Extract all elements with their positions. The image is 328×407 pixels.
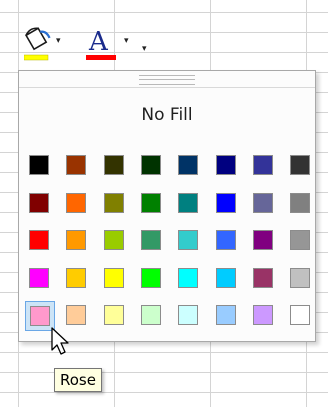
swatch-fill — [66, 267, 87, 288]
swatch-fill — [29, 192, 49, 213]
font-color-button[interactable]: A ▾ ▾ — [70, 22, 150, 66]
color-swatch-993366[interactable] — [249, 264, 279, 294]
swatch-fill — [103, 192, 124, 213]
toolbar-options-arrow[interactable]: ▾ — [142, 44, 147, 54]
swatch-fill — [290, 192, 311, 213]
swatch-fill — [103, 267, 124, 288]
mouse-pointer-icon — [50, 326, 72, 360]
swatch-fill — [66, 192, 87, 213]
swatch-fill — [252, 155, 273, 175]
font-color-icon: A — [86, 27, 116, 60]
swatch-fill — [140, 155, 161, 175]
swatch-fill — [215, 267, 236, 288]
color-swatch-339966[interactable] — [137, 226, 167, 256]
no-fill-option[interactable]: No Fill — [19, 105, 315, 125]
color-swatch-333300[interactable] — [100, 151, 130, 181]
color-swatch-000080[interactable] — [212, 151, 242, 181]
fill-color-dropdown-arrow[interactable]: ▾ — [56, 36, 61, 46]
swatch-fill — [30, 306, 50, 326]
formatting-toolbar: ▾ A ▾ ▾ — [18, 22, 188, 66]
swatch-fill — [103, 155, 124, 175]
color-swatch-ffff00[interactable] — [100, 264, 130, 294]
color-swatch-969696[interactable] — [286, 226, 316, 256]
swatch-fill — [215, 230, 236, 250]
swatch-fill — [252, 230, 273, 250]
color-swatch-33cccc[interactable] — [174, 226, 204, 256]
swatch-fill — [140, 267, 161, 288]
color-swatch-ff00ff[interactable] — [25, 264, 55, 294]
color-swatch-99cc00[interactable] — [100, 226, 130, 256]
color-swatch-993300[interactable] — [62, 151, 92, 181]
color-swatch-ccffff[interactable] — [174, 301, 204, 331]
swatch-fill — [290, 155, 311, 175]
swatch-fill — [252, 267, 273, 288]
swatch-fill — [290, 230, 311, 250]
color-swatch-333399[interactable] — [249, 151, 279, 181]
swatch-fill — [178, 192, 199, 213]
font-color-letter: A — [88, 27, 109, 57]
color-swatch-ff0000[interactable] — [25, 226, 55, 256]
color-swatch-cc99ff[interactable] — [249, 301, 279, 331]
color-swatch-003300[interactable] — [137, 151, 167, 181]
color-swatch-ff9900[interactable] — [62, 226, 92, 256]
swatch-fill — [252, 305, 273, 325]
color-swatch-0000ff[interactable] — [212, 189, 242, 219]
swatch-fill — [140, 230, 161, 250]
color-swatch-00ffff[interactable] — [174, 264, 204, 294]
swatch-fill — [66, 305, 87, 325]
color-swatch-333333[interactable] — [286, 151, 316, 181]
color-swatch-ffffff[interactable] — [286, 301, 316, 331]
swatch-fill — [178, 230, 199, 250]
color-swatch-808000[interactable] — [100, 189, 130, 219]
color-swatch-000000[interactable] — [25, 151, 55, 181]
swatch-fill — [103, 305, 124, 325]
swatch-fill — [178, 305, 199, 325]
swatch-fill — [290, 267, 311, 288]
color-swatch-008000[interactable] — [137, 189, 167, 219]
color-swatch-ffcc00[interactable] — [62, 264, 92, 294]
color-swatch-c0c0c0[interactable] — [286, 264, 316, 294]
color-swatch-666699[interactable] — [249, 189, 279, 219]
color-swatch-ccffcc[interactable] — [137, 301, 167, 331]
color-palette-dropdown: No Fill — [18, 70, 316, 342]
swatch-fill — [29, 155, 49, 175]
swatch-fill — [29, 230, 49, 250]
swatch-fill — [140, 305, 161, 325]
color-swatch-ffff99[interactable] — [100, 301, 130, 331]
font-color-dropdown-arrow[interactable]: ▾ — [124, 36, 129, 46]
swatch-fill — [215, 192, 236, 213]
fill-color-button[interactable]: ▾ — [18, 22, 66, 66]
swatch-fill — [215, 305, 236, 325]
color-swatch-008080[interactable] — [174, 189, 204, 219]
color-swatch-ff6600[interactable] — [62, 189, 92, 219]
swatch-fill — [29, 267, 49, 288]
swatch-fill — [178, 155, 199, 175]
drag-grip-handle[interactable] — [139, 75, 195, 85]
color-swatch-808080[interactable] — [286, 189, 316, 219]
color-swatch-800080[interactable] — [249, 226, 279, 256]
color-name-tooltip: Rose — [54, 368, 102, 392]
color-swatch-00ccff[interactable] — [212, 264, 242, 294]
swatch-fill — [178, 267, 199, 288]
swatch-fill — [103, 230, 124, 250]
swatch-fill — [215, 155, 236, 175]
color-swatch-99ccff[interactable] — [212, 301, 242, 331]
swatch-fill — [290, 305, 311, 325]
color-swatch-800000[interactable] — [25, 189, 55, 219]
swatch-fill — [252, 192, 273, 213]
divider — [19, 87, 315, 88]
swatch-fill — [66, 230, 87, 250]
paint-bucket-icon — [24, 27, 51, 61]
color-swatch-00ff00[interactable] — [137, 264, 167, 294]
swatch-fill — [140, 192, 161, 213]
swatch-fill — [66, 155, 87, 175]
color-swatch-3366ff[interactable] — [212, 226, 242, 256]
color-swatch-003366[interactable] — [174, 151, 204, 181]
